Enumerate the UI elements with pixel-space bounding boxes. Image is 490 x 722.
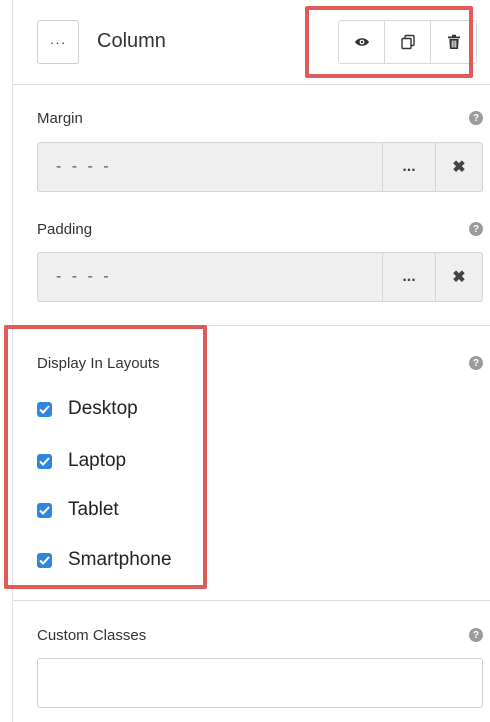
- padding-field[interactable]: - - - - ... ✖: [37, 252, 483, 302]
- padding-clear-button[interactable]: ✖: [435, 253, 482, 301]
- more-options-button[interactable]: ···: [37, 20, 79, 64]
- help-icon[interactable]: ?: [469, 222, 483, 236]
- help-icon[interactable]: ?: [469, 111, 483, 125]
- margin-label: Margin: [37, 110, 83, 127]
- custom-classes-label: Custom Classes: [37, 627, 147, 644]
- margin-edit-button[interactable]: ...: [382, 143, 435, 191]
- margin-value: - - - -: [56, 158, 112, 175]
- highlight-box: [305, 6, 473, 78]
- section-divider: [13, 600, 490, 601]
- custom-classes-input[interactable]: [37, 658, 483, 708]
- help-icon[interactable]: ?: [469, 356, 483, 370]
- margin-field[interactable]: - - - - ... ✖: [37, 142, 483, 192]
- padding-label: Padding: [37, 221, 93, 238]
- help-icon[interactable]: ?: [469, 628, 483, 642]
- margin-clear-button[interactable]: ✖: [435, 143, 482, 191]
- padding-edit-button[interactable]: ...: [382, 253, 435, 301]
- padding-value: - - - -: [56, 268, 112, 285]
- element-title: Column: [97, 30, 166, 52]
- highlight-box: [4, 325, 207, 589]
